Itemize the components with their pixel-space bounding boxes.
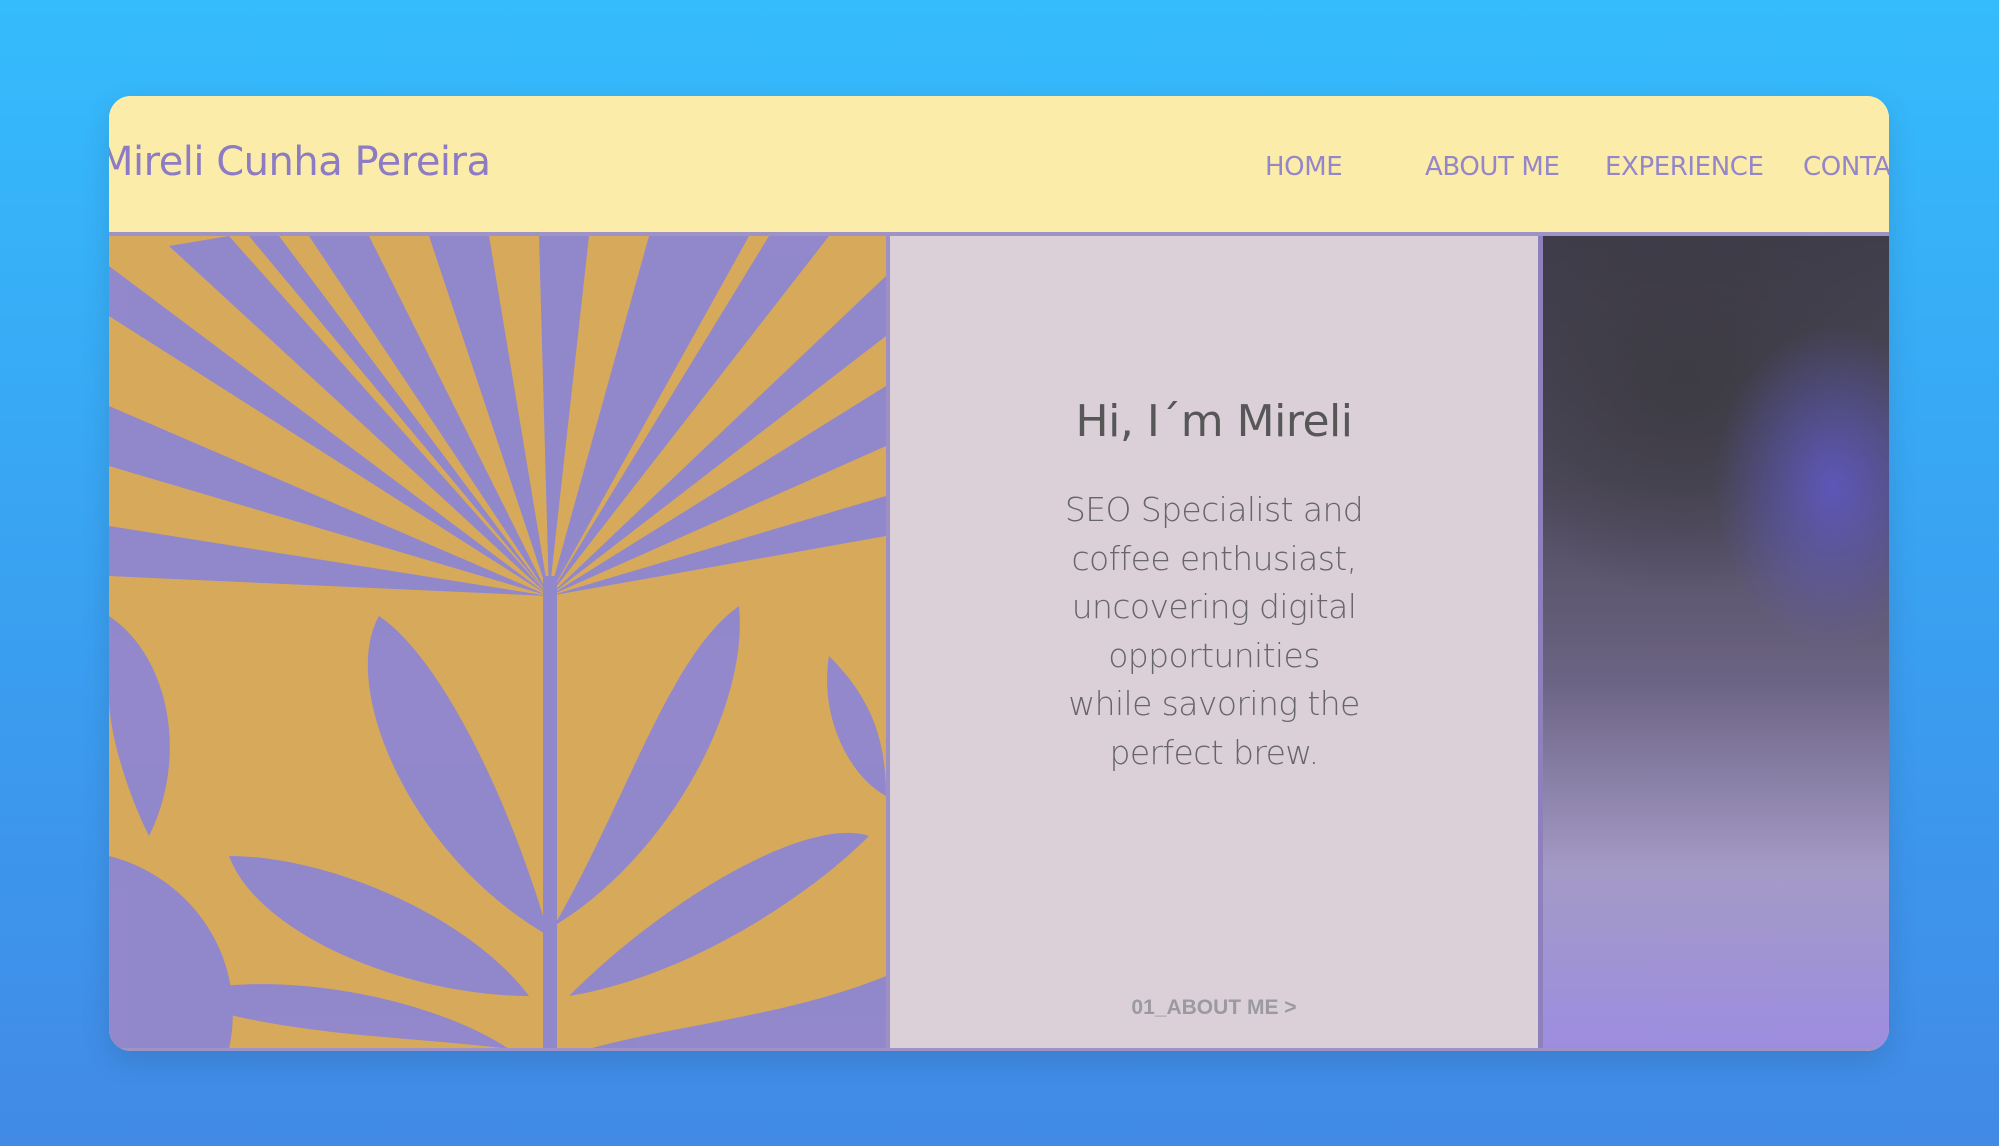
blurred-photo bbox=[1543, 236, 1889, 1048]
nav-item-experience[interactable]: EXPERIENCE bbox=[1605, 152, 1764, 182]
site-header: Mireli Cunha Pereira HOME ABOUT ME EXPER… bbox=[109, 96, 1889, 232]
nav-item-home[interactable]: HOME bbox=[1265, 152, 1343, 182]
main-nav: HOME ABOUT ME EXPERIENCE CONTA bbox=[109, 96, 1889, 232]
nav-item-about-me[interactable]: ABOUT ME bbox=[1425, 152, 1560, 182]
nav-item-contact[interactable]: CONTA bbox=[1803, 152, 1889, 182]
palm-leaf-illustration bbox=[109, 236, 886, 1049]
hero-description: SEO Specialist and coffee enthusiast, un… bbox=[1064, 490, 1364, 772]
section-divider bbox=[109, 1048, 1889, 1051]
palm-leaf-image bbox=[109, 236, 886, 1049]
intro-panel: Hi, I´m Mireli SEO Specialist and coffee… bbox=[890, 236, 1538, 1048]
hero-title: Hi, I´m Mireli bbox=[1075, 396, 1353, 447]
website-window: Mireli Cunha Pereira HOME ABOUT ME EXPER… bbox=[109, 96, 1889, 1051]
about-me-link[interactable]: 01_ABOUT ME > bbox=[890, 996, 1538, 1020]
